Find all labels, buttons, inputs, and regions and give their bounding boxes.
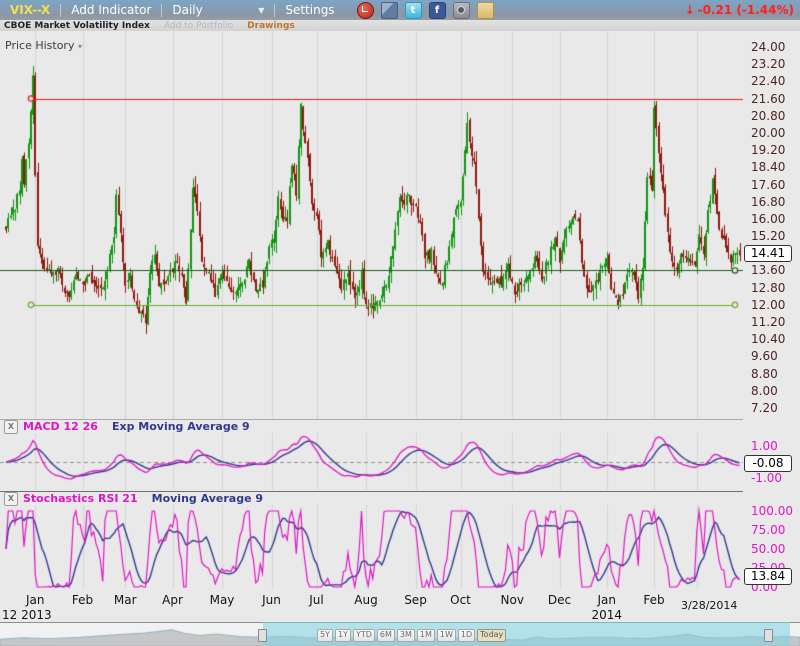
month-label: Feb [643,593,664,607]
change-value: -0.21 (-1.44%) [698,3,794,17]
price-axis-label: 11.20 [751,314,785,330]
macd-ema-dropdown[interactable]: Exp Moving Average 9 [112,420,250,433]
stoch-header: X Stochastics RSI 21 ▾ Moving Average 9 … [0,492,272,505]
price-axis-label: 20.00 [751,125,785,141]
add-to-portfolio-link[interactable]: Add to Portfolio [164,21,233,31]
range-button-3m[interactable]: 3M [397,629,415,642]
period-label: Daily [172,3,202,17]
price-axis-label: 13.60 [751,262,785,278]
close-icon[interactable]: X [4,492,18,506]
chevron-down-icon: ▼ [258,6,264,15]
range-button-1m[interactable]: 1M [417,629,435,642]
price-axis-label: 12.00 [751,297,785,313]
price-axis-label: 8.80 [751,366,778,382]
price-axis-label: 10.40 [751,331,785,347]
macd-axis-label: -1.00 [751,470,782,486]
alarm-icon[interactable] [357,2,374,19]
facebook-icon[interactable]: f [429,2,446,19]
price-axis-label: 23.20 [751,56,785,72]
twitter-icon[interactable]: t [405,2,422,19]
share-icons: t f [357,2,494,19]
price-chart-canvas[interactable] [0,31,743,420]
last-date-label: 3/28/2014 [681,599,737,612]
macd-chart-canvas[interactable] [0,433,743,490]
settings-button[interactable]: Settings [275,3,344,17]
chevron-down-icon: ▾ [143,494,147,503]
charting-app-window: VIX--X Add Indicator Daily ▼ Settings t … [0,0,800,646]
subheader: CBOE Market Volatility Index Add to Port… [0,20,800,31]
price-axis-label: 18.40 [751,159,785,175]
range-button-1y[interactable]: 1Y [335,629,351,642]
price-axis-label: 16.80 [751,194,785,210]
price-axis-label: 8.00 [751,383,778,399]
month-label: Nov [501,593,524,607]
month-label: Aug [354,593,377,607]
add-indicator-button[interactable]: Add Indicator [61,3,161,17]
stoch-axis-label: 75.00 [751,522,785,538]
stoch-dropdown[interactable]: Stochastics RSI 21 [23,492,138,505]
chevron-down-icon: ▾ [255,422,259,431]
range-button-ytd[interactable]: YTD [353,629,375,642]
price-axis-label: 7.20 [751,400,778,416]
price-history-dropdown[interactable]: Price History ▾ [5,39,82,52]
close-icon[interactable]: X [4,420,18,434]
navigator-left-handle[interactable] [258,629,267,642]
note-icon[interactable] [477,2,494,19]
month-label: Apr [162,593,183,607]
last-price-box: 14.41 [744,245,792,262]
price-axis-label: 21.60 [751,91,785,107]
month-label: Jul [309,593,323,607]
stoch-value-box: 13.84 [744,568,792,585]
range-button-1w[interactable]: 1W [437,629,456,642]
chevron-down-icon: ▾ [78,42,82,51]
cube-icon[interactable] [381,2,398,19]
navigator-right-handle[interactable] [764,629,773,642]
month-label: Jan [598,593,617,607]
range-button-1d[interactable]: 1D [458,629,475,642]
price-axis-label: 9.60 [751,348,778,364]
price-axis-label: 24.00 [751,39,785,55]
price-change: ↓ -0.21 (-1.44%) [685,3,794,17]
stoch-axis-label: 50.00 [751,541,785,557]
price-axis-label: 17.60 [751,177,785,193]
stoch-chart-canvas[interactable] [0,505,743,589]
month-label: Oct [450,593,471,607]
macd-header: X MACD 12 26 ▾ Exp Moving Average 9 ▾ [0,420,259,433]
range-button-today[interactable]: Today [477,629,506,642]
price-axis-label: 19.20 [751,142,785,158]
drawings-link[interactable]: Drawings [247,21,295,31]
month-label: Feb [72,593,93,607]
month-label: Sep [404,593,427,607]
range-button-5y[interactable]: 5Y [317,629,333,642]
range-buttons: 5Y1YYTD6M3M1M1W1DToday [317,629,506,642]
price-axis-label: 15.20 [751,228,785,244]
macd-axis-label: 1.00 [751,438,778,454]
month-label: Mar [114,593,137,607]
macd-value-box: -0.08 [744,455,792,472]
price-history-label: Price History [5,39,74,52]
month-label: Jun [262,593,281,607]
price-axis-label: 12.80 [751,280,785,296]
instrument-name: CBOE Market Volatility Index [4,21,150,31]
macd-dropdown[interactable]: MACD 12 26 [23,420,98,433]
period-dropdown[interactable]: Daily ▼ [162,3,274,17]
xaxis-year-left: 12 2013 [2,608,52,622]
month-label: May [210,593,235,607]
range-button-6m[interactable]: 6M [377,629,395,642]
toolbar: VIX--X Add Indicator Daily ▼ Settings t … [0,0,800,20]
chevron-down-icon: ▾ [103,422,107,431]
price-axis-label: 22.40 [751,73,785,89]
symbol-label[interactable]: VIX--X [0,3,60,17]
stoch-axis-label: 100.00 [751,503,793,519]
xaxis-year-right: 2014 [591,608,622,622]
down-arrow-icon: ↓ [685,3,695,17]
month-label: Dec [548,593,571,607]
stoch-ma-dropdown[interactable]: Moving Average 9 [152,492,263,505]
month-label: Jan [26,593,45,607]
price-axis-label: 20.80 [751,108,785,124]
camera-icon[interactable] [453,2,470,19]
price-axis-label: 16.00 [751,211,785,227]
chevron-down-icon: ▾ [268,494,272,503]
